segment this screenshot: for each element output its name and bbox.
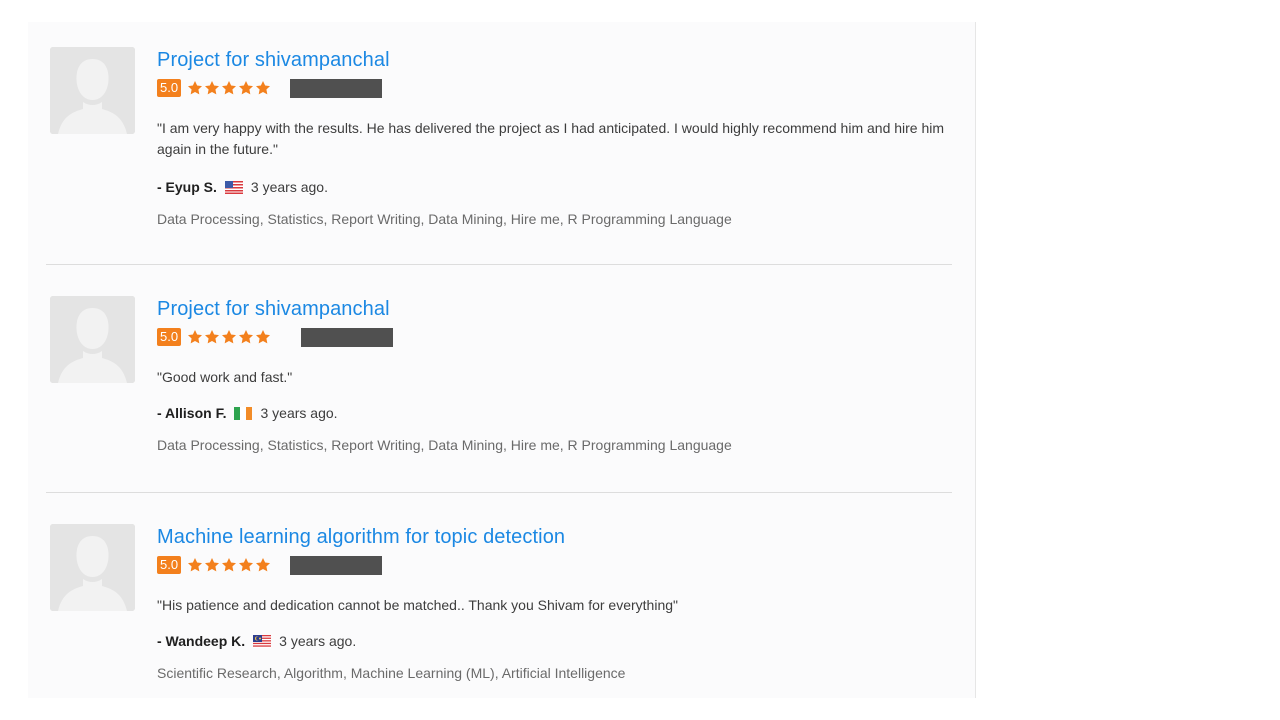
- default-user-silhouette-icon: [50, 524, 135, 611]
- reviews-panel: Project for shivampanchal 5.0 "I am very…: [28, 22, 976, 698]
- star-icon: [205, 81, 220, 95]
- rating-stars: [187, 329, 271, 345]
- star-icon: [188, 330, 203, 344]
- redacted-amount: [301, 328, 393, 347]
- default-user-silhouette-icon: [50, 47, 135, 134]
- review-time: 3 years ago.: [260, 405, 338, 421]
- reviewer-row: - Eyup S. 3 years ago.: [157, 178, 328, 196]
- review-body: Project for shivampanchal 5.0 "Good work…: [157, 297, 952, 467]
- star-icon: [205, 330, 220, 344]
- malaysia-flag-icon: [253, 634, 272, 648]
- review-skills: Scientific Research, Algorithm, Machine …: [157, 665, 626, 681]
- review-quote: "His patience and dedication cannot be m…: [157, 597, 678, 613]
- redacted-amount: [290, 556, 382, 575]
- reviewer-name: - Wandeep K.: [157, 633, 246, 649]
- star-icon: [239, 81, 254, 95]
- reviewer-row: - Wandeep K. 3 years ago.: [157, 632, 356, 650]
- star-icon: [188, 558, 203, 572]
- review-skills: Data Processing, Statistics, Report Writ…: [157, 437, 732, 453]
- rating-row: 5.0: [157, 78, 271, 98]
- avatar: [50, 296, 135, 383]
- divider: [46, 492, 952, 493]
- rating-row: 5.0: [157, 327, 271, 347]
- review-item: Project for shivampanchal 5.0 "I am very…: [28, 22, 952, 265]
- review-title-link[interactable]: Project for shivampanchal: [157, 297, 952, 321]
- review-skills: Data Processing, Statistics, Report Writ…: [157, 211, 732, 227]
- star-icon: [256, 81, 271, 95]
- star-icon: [222, 330, 237, 344]
- rating-stars: [187, 80, 271, 96]
- review-time: 3 years ago.: [279, 633, 357, 649]
- reviewer-name: - Allison F.: [157, 405, 227, 421]
- ireland-flag-icon: [234, 406, 253, 420]
- reviewer-name: - Eyup S.: [157, 179, 217, 195]
- review-quote: "I am very happy with the results. He ha…: [157, 120, 945, 157]
- star-icon: [239, 558, 254, 572]
- star-icon: [188, 81, 203, 95]
- rating-score-badge: 5.0: [157, 556, 182, 574]
- star-icon: [256, 330, 271, 344]
- rating-score-badge: 5.0: [157, 79, 182, 97]
- review-body: Machine learning algorithm for topic det…: [157, 525, 952, 695]
- star-icon: [239, 330, 254, 344]
- avatar: [50, 47, 135, 134]
- divider: [46, 264, 952, 265]
- review-title-link[interactable]: Machine learning algorithm for topic det…: [157, 525, 952, 549]
- star-icon: [256, 558, 271, 572]
- star-icon: [222, 81, 237, 95]
- review-title-link[interactable]: Project for shivampanchal: [157, 48, 952, 72]
- review-item: Project for shivampanchal 5.0 "Good work…: [28, 271, 952, 499]
- redacted-amount: [290, 79, 382, 98]
- review-body: Project for shivampanchal 5.0 "I am very…: [157, 48, 952, 238]
- review-item: Machine learning algorithm for topic det…: [28, 499, 952, 698]
- default-user-silhouette-icon: [50, 296, 135, 383]
- rating-score-badge: 5.0: [157, 328, 182, 346]
- us-flag-icon: [224, 180, 243, 194]
- rating-row: 5.0: [157, 555, 271, 575]
- rating-stars: [187, 557, 271, 573]
- review-time: 3 years ago.: [250, 179, 328, 195]
- avatar: [50, 524, 135, 611]
- review-quote: "Good work and fast.": [157, 369, 293, 385]
- reviewer-row: - Allison F. 3 years ago.: [157, 404, 338, 422]
- star-icon: [222, 558, 237, 572]
- star-icon: [205, 558, 220, 572]
